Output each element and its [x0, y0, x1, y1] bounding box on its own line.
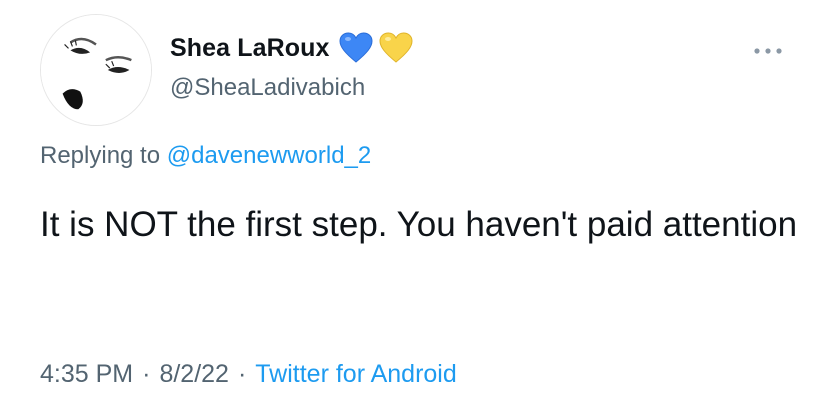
tweet-date[interactable]: 8/2/22: [159, 360, 229, 389]
meta-separator: ·: [142, 360, 151, 388]
author-name-row: Shea LaRoux: [170, 30, 413, 66]
tweet-metadata: 4:35 PM · 8/2/22 · Twitter for Android: [40, 360, 457, 389]
replying-to-label: Replying to: [40, 142, 167, 169]
author-handle[interactable]: @SheaLadivabich: [170, 74, 365, 102]
display-name[interactable]: Shea LaRoux: [170, 34, 329, 63]
meta-separator: ·: [237, 360, 247, 388]
yellow-heart-icon: [379, 32, 413, 63]
more-options-icon[interactable]: [752, 46, 784, 56]
reply-to-handle-link[interactable]: @davenewworld_2: [167, 142, 371, 169]
avatar[interactable]: [40, 14, 152, 126]
tweet-time[interactable]: 4:35 PM: [40, 360, 133, 389]
blue-heart-icon: [339, 32, 373, 63]
replying-to: Replying to @davenewworld_2: [40, 142, 371, 170]
tweet-text: It is NOT the first step. You haven't pa…: [40, 205, 798, 244]
tweet-source-link[interactable]: Twitter for Android: [255, 360, 456, 389]
avatar-face-icon: [41, 15, 151, 125]
